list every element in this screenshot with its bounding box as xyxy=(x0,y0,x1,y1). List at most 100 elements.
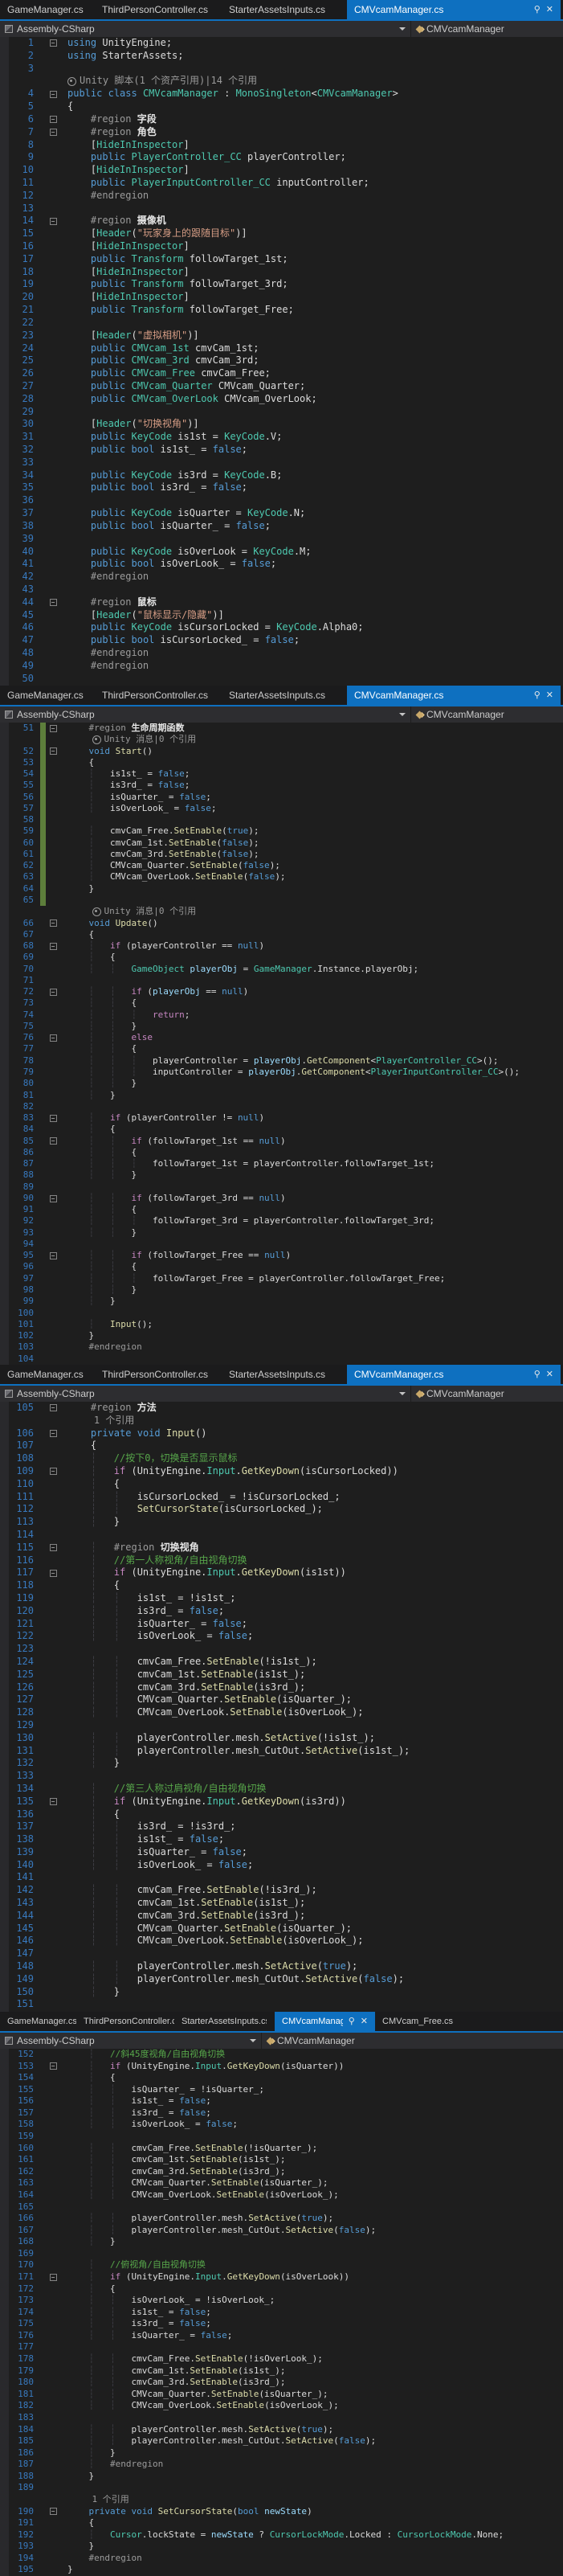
tab-gamemanager-cs[interactable]: GameManager.cs xyxy=(0,686,95,705)
fold-column xyxy=(46,895,60,906)
change-tracking-bar xyxy=(40,1101,46,1112)
fold-marker[interactable]: − xyxy=(49,90,57,98)
fold-marker[interactable]: − xyxy=(49,1137,57,1145)
fold-marker[interactable]: − xyxy=(49,1429,57,1437)
change-tracking-bar xyxy=(40,2330,46,2342)
code-text: ┆ isQuarter_ = false; xyxy=(67,791,211,802)
fold-marker[interactable]: − xyxy=(49,2062,57,2070)
fold-marker[interactable]: − xyxy=(49,2508,57,2516)
code-area[interactable]: 105− #region 方法 1 个引用 106− private void I… xyxy=(0,1402,563,2012)
fold-marker[interactable]: − xyxy=(49,942,57,950)
pin-icon[interactable]: ⚲ xyxy=(534,686,541,705)
code-line: 96 ┆ ┆ { xyxy=(0,1261,563,1272)
change-tracking-bar xyxy=(40,1579,46,1592)
fold-column xyxy=(46,2353,60,2365)
tab-gamemanager-cs[interactable]: GameManager.cs xyxy=(0,2012,76,2031)
fold-marker[interactable]: − xyxy=(49,1544,57,1552)
fold-marker[interactable]: − xyxy=(49,599,57,607)
code-line: 65 xyxy=(0,894,563,907)
fold-marker[interactable]: − xyxy=(49,2273,57,2281)
chevron-down-icon[interactable] xyxy=(399,713,406,716)
symbol-dropdown[interactable]: CMVcamManager xyxy=(411,21,563,37)
code-text: ┆ ┆ { xyxy=(67,997,137,1009)
fold-marker[interactable]: − xyxy=(49,217,57,225)
code-line: 25 public CMVcam_3rd cmvCam_3rd; xyxy=(0,354,563,367)
change-tracking-bar xyxy=(40,2166,46,2178)
tab-thirdpersoncontroller-cs[interactable]: ThirdPersonController.cs xyxy=(95,0,222,19)
fold-marker[interactable]: − xyxy=(49,919,57,928)
fold-marker[interactable]: − xyxy=(49,1034,57,1042)
project-dropdown[interactable]: Assembly-CSharp xyxy=(0,2033,262,2049)
code-area[interactable]: 152 ┆ //斜45度视角/自由视角切换 153− ┆ if (UnityEng… xyxy=(0,2049,563,2576)
project-dropdown[interactable]: Assembly-CSharp xyxy=(0,706,411,723)
fold-marker[interactable]: − xyxy=(49,1251,57,1259)
project-dropdown[interactable]: Assembly-CSharp xyxy=(0,1386,411,1402)
fold-column xyxy=(46,1204,60,1215)
fold-marker[interactable]: − xyxy=(49,1468,57,1476)
tab-gamemanager-cs[interactable]: GameManager.cs xyxy=(0,1365,95,1384)
fold-marker[interactable]: − xyxy=(49,1114,57,1122)
symbol-dropdown[interactable]: CMVcamManager xyxy=(411,1386,563,1402)
tab-cmvcam_free-cs[interactable]: CMVcam_Free.cs xyxy=(375,2012,463,2031)
code-line: 49 #endregion xyxy=(0,660,563,673)
fold-marker[interactable]: − xyxy=(49,1569,57,1577)
fold-column xyxy=(46,2424,60,2436)
fold-column xyxy=(46,2307,60,2319)
fold-marker[interactable]: − xyxy=(49,116,57,124)
tab-cmvcammanager-cs[interactable]: CMVcamManager.cs ⚲ ✕ xyxy=(347,0,561,19)
code-area[interactable]: 51− #region 生命周期函数 Unity 消息|0 个引用 52− voi… xyxy=(0,723,563,1365)
close-icon[interactable]: ✕ xyxy=(546,0,553,19)
tab-cmvcammanager-cs[interactable]: CMVcamManager.cs ⚲ ✕ xyxy=(347,686,561,705)
pin-icon[interactable]: ⚲ xyxy=(534,1365,541,1384)
code-text: ┆ if (playerController != null) xyxy=(67,1112,265,1124)
fold-marker[interactable]: − xyxy=(49,129,57,137)
fold-marker[interactable]: − xyxy=(49,988,57,996)
code-line: 194 #endregion xyxy=(0,2553,563,2565)
project-dropdown[interactable]: Assembly-CSharp xyxy=(0,21,411,37)
change-tracking-bar xyxy=(40,2107,46,2119)
code-text: #region 生命周期函数 xyxy=(88,723,185,733)
pin-icon[interactable]: ⚲ xyxy=(534,0,541,19)
tab-starterassetsinputs-cs[interactable]: StarterAssetsInputs.cs xyxy=(222,0,341,19)
pin-icon[interactable]: ⚲ xyxy=(349,2012,355,2031)
change-tracking-bar xyxy=(40,2271,46,2283)
code-area[interactable]: 1− using UnityEngine; 2 using StarterAssets… xyxy=(0,37,563,686)
change-tracking-bar xyxy=(40,1618,46,1631)
codelens-row: 1 个引用 xyxy=(0,1415,563,1427)
close-icon[interactable]: ✕ xyxy=(546,1365,553,1384)
symbol-dropdown[interactable]: CMVcamManager xyxy=(262,2033,563,2049)
fold-column xyxy=(46,2377,60,2389)
symbol-dropdown[interactable]: CMVcamManager xyxy=(411,706,563,723)
tab-thirdpersoncontroller-cs[interactable]: ThirdPersonController.cs xyxy=(95,1365,222,1384)
tab-starterassetsinputs-cs[interactable]: StarterAssetsInputs.cs xyxy=(222,1365,341,1384)
tab-label: CMVcamManager.cs xyxy=(354,690,444,701)
tab-gamemanager-cs[interactable]: GameManager.cs xyxy=(0,0,95,19)
fold-marker[interactable]: − xyxy=(49,747,57,756)
code-line: 151 xyxy=(0,1998,563,2011)
change-tracking-bar xyxy=(40,1706,46,1719)
tab-thirdpersoncontroller-cs[interactable]: ThirdPersonController.cs xyxy=(76,2012,174,2031)
code-text: ┆ ┆ GameObject playerObj = GameManager.I… xyxy=(67,963,419,974)
fold-marker[interactable]: − xyxy=(49,1194,57,1202)
chevron-down-icon[interactable] xyxy=(399,1392,406,1395)
code-text: ┆ ┆ ┆ playerController = playerObj.GetCo… xyxy=(67,1055,499,1066)
close-icon[interactable]: ✕ xyxy=(546,686,553,705)
chevron-down-icon[interactable] xyxy=(250,2039,256,2042)
code-text: ┆ ┆ CMVcam_Quarter.SetEnable(isQuarter_)… xyxy=(67,1922,353,1934)
tab-cmvcammanager-cs[interactable]: CMVcamManager.cs ⚲ ✕ xyxy=(275,2012,375,2031)
code-line: 190− private void SetCursorState(bool ne… xyxy=(0,2506,563,2518)
change-tracking-bar xyxy=(40,1308,46,1319)
fold-marker[interactable]: − xyxy=(49,724,57,732)
fold-marker[interactable]: − xyxy=(49,1404,57,1412)
tab-cmvcammanager-cs[interactable]: CMVcamManager.cs ⚲ ✕ xyxy=(347,1365,561,1384)
fold-marker[interactable]: − xyxy=(49,1798,57,1806)
code-text: ┆ ┆ isQuarter_ = false; xyxy=(67,2329,233,2341)
tab-starterassetsinputs-cs[interactable]: StarterAssetsInputs.cs xyxy=(174,2012,267,2031)
fold-marker[interactable]: − xyxy=(49,39,57,47)
tab-thirdpersoncontroller-cs[interactable]: ThirdPersonController.cs xyxy=(95,686,222,705)
tab-starterassetsinputs-cs[interactable]: StarterAssetsInputs.cs xyxy=(222,686,341,705)
code-line: 21 public Transform followTarget_Free; xyxy=(0,304,563,317)
chevron-down-icon[interactable] xyxy=(399,27,406,31)
close-icon[interactable]: ✕ xyxy=(361,2012,368,2031)
